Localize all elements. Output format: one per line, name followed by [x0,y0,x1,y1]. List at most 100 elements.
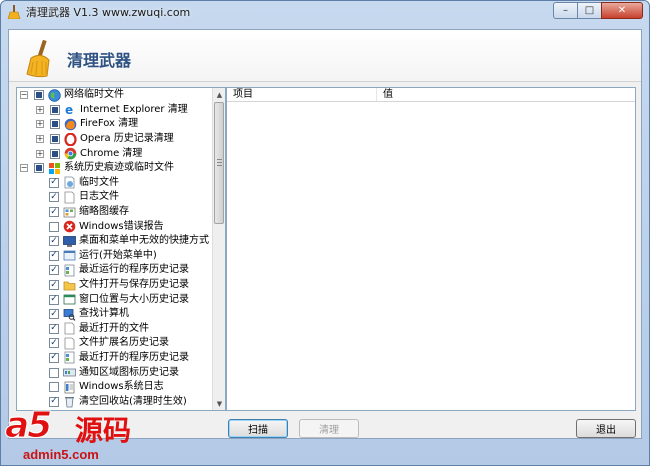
item-checkbox[interactable] [50,104,60,115]
document-icon [63,191,76,204]
thumbnail-icon [63,206,76,219]
tree-item[interactable]: ✓ 缩略图缓存 [17,205,213,220]
item-checkbox[interactable]: ✓ [49,265,59,276]
item-checkbox[interactable]: ✓ [49,192,59,203]
tree-item-label: 最近打开的程序历史记录 [79,351,189,363]
tree-item[interactable]: ✓ 窗口位置与大小历史记录 [17,292,213,307]
tree-item[interactable]: ✓ 文件扩展名历史记录 [17,336,213,351]
collapse-icon[interactable]: − [20,164,28,173]
tree-item[interactable]: ✓ 最近运行的程序历史记录 [17,263,213,278]
scroll-up-icon[interactable]: ▲ [213,88,225,101]
tree-item-label: 桌面和菜单中无效的快捷方式 [79,235,209,247]
minimize-button[interactable]: – [553,2,578,19]
tree-item[interactable]: + FireFox 清理 [17,117,213,132]
tree-item-label: Internet Explorer 清理 [80,103,188,115]
tree-item[interactable]: ✓ 日志文件 [17,190,213,205]
collapse-icon[interactable]: − [20,91,28,100]
tree-item[interactable]: + e Internet Explorer 清理 [17,103,213,118]
tree-item[interactable]: + Chrome 清理 [17,146,213,161]
tree-item[interactable]: ✓ 最近打开的文件 [17,322,213,337]
tree-item[interactable]: ✓ 运行(开始菜单中) [17,249,213,264]
tree-item[interactable]: ✓ 最近打开的程序历史记录 [17,351,213,366]
column-header-value[interactable]: 值 [377,88,393,101]
program-icon [63,351,76,364]
document-icon [63,337,76,350]
desktop-icon [63,235,76,248]
windows-icon [48,162,61,175]
cleanup-tree[interactable]: − 网络临时文件 + e Internet Explorer 清理 + FireFox 清理… [16,87,226,411]
tree-item[interactable]: ✓ 临时文件 [17,176,213,191]
item-checkbox[interactable] [49,367,59,378]
item-checkbox[interactable] [50,134,60,145]
item-checkbox[interactable]: ✓ [49,309,59,320]
item-checkbox[interactable]: ✓ [49,338,59,349]
tree-item[interactable]: + Opera 历史记录清理 [17,132,213,147]
firefox-icon [64,118,77,131]
column-header-item[interactable]: 项目 [227,88,377,101]
tree-item-label: 日志文件 [79,191,119,203]
tree-item-label: Windows错误报告 [79,220,164,232]
item-checkbox[interactable] [49,221,59,232]
clean-button[interactable]: 清理 [299,419,359,438]
item-checkbox[interactable]: ✓ [49,236,59,247]
tree-item-label: 查找计算机 [79,308,129,320]
item-checkbox[interactable] [34,90,44,101]
tree-item[interactable]: − 系统历史痕迹或临时文件 [17,161,213,176]
program-icon [63,264,76,277]
folder-icon [63,279,76,292]
scroll-thumb[interactable] [214,102,224,224]
tree-item-label: 系统历史痕迹或临时文件 [64,162,174,174]
tree-item[interactable]: 通知区域图标历史记录 [17,365,213,380]
item-checkbox[interactable]: ✓ [49,352,59,363]
item-checkbox[interactable] [49,382,59,393]
item-checkbox[interactable]: ✓ [49,177,59,188]
item-checkbox[interactable]: ✓ [49,323,59,334]
result-list[interactable]: 项目 值 [226,87,636,411]
tree-scrollbar[interactable]: ▲ ▼ [212,88,225,410]
watermark-url: admin5.com [23,447,99,462]
opera-icon [64,132,77,146]
tray-icon [63,366,76,379]
tree-item-label: Windows系统日志 [79,381,164,393]
item-checkbox[interactable]: ✓ [49,280,59,291]
temp-file-icon [63,176,76,189]
item-checkbox[interactable]: ✓ [49,207,59,218]
main-window: 清理武器 V1.3 www.zwuqi.com – □ ✕ 清理武器 − 网络临时… [0,0,650,466]
tree-item-label: 文件扩展名历史记录 [79,337,169,349]
item-checkbox[interactable]: ✓ [49,294,59,305]
tree-item[interactable]: ✓ 桌面和菜单中无效的快捷方式 [17,234,213,249]
tree-item[interactable]: ✓ 查找计算机 [17,307,213,322]
exit-button[interactable]: 退出 [576,419,636,438]
tree-item-label: Opera 历史记录清理 [80,133,174,145]
scroll-down-icon[interactable]: ▼ [213,397,225,410]
window-icon [63,293,76,306]
item-checkbox[interactable] [34,163,44,174]
tree-item[interactable]: − 网络临时文件 [17,88,213,103]
watermark-logo-text: a5 [4,405,52,447]
close-button[interactable]: ✕ [601,2,643,19]
expand-icon[interactable]: + [36,120,44,129]
item-checkbox[interactable] [50,119,60,130]
run-icon [63,249,76,262]
ie-icon: e [64,103,77,116]
broom-app-icon [7,5,21,19]
expand-icon[interactable]: + [36,135,44,144]
find-computer-icon [63,308,76,321]
chrome-icon [64,147,77,160]
header-panel: 清理武器 [9,30,641,82]
tree-item-label: 文件打开与保存历史记录 [79,279,189,291]
tree-item[interactable]: ✓ 文件打开与保存历史记录 [17,278,213,293]
tree-item-label: 通知区域图标历史记录 [79,366,179,378]
title-bar[interactable]: 清理武器 V1.3 www.zwuqi.com – □ ✕ [1,1,649,23]
scan-button[interactable]: 扫描 [228,419,288,438]
broom-icon [26,40,50,78]
tree-item-label: FireFox 清理 [80,118,139,130]
expand-icon[interactable]: + [36,105,44,114]
item-checkbox[interactable]: ✓ [49,250,59,261]
window-controls: – □ ✕ [553,2,643,19]
tree-item[interactable]: Windows系统日志 [17,380,213,395]
item-checkbox[interactable] [50,148,60,159]
maximize-button[interactable]: □ [577,2,602,19]
tree-item[interactable]: Windows错误报告 [17,219,213,234]
expand-icon[interactable]: + [36,149,44,158]
